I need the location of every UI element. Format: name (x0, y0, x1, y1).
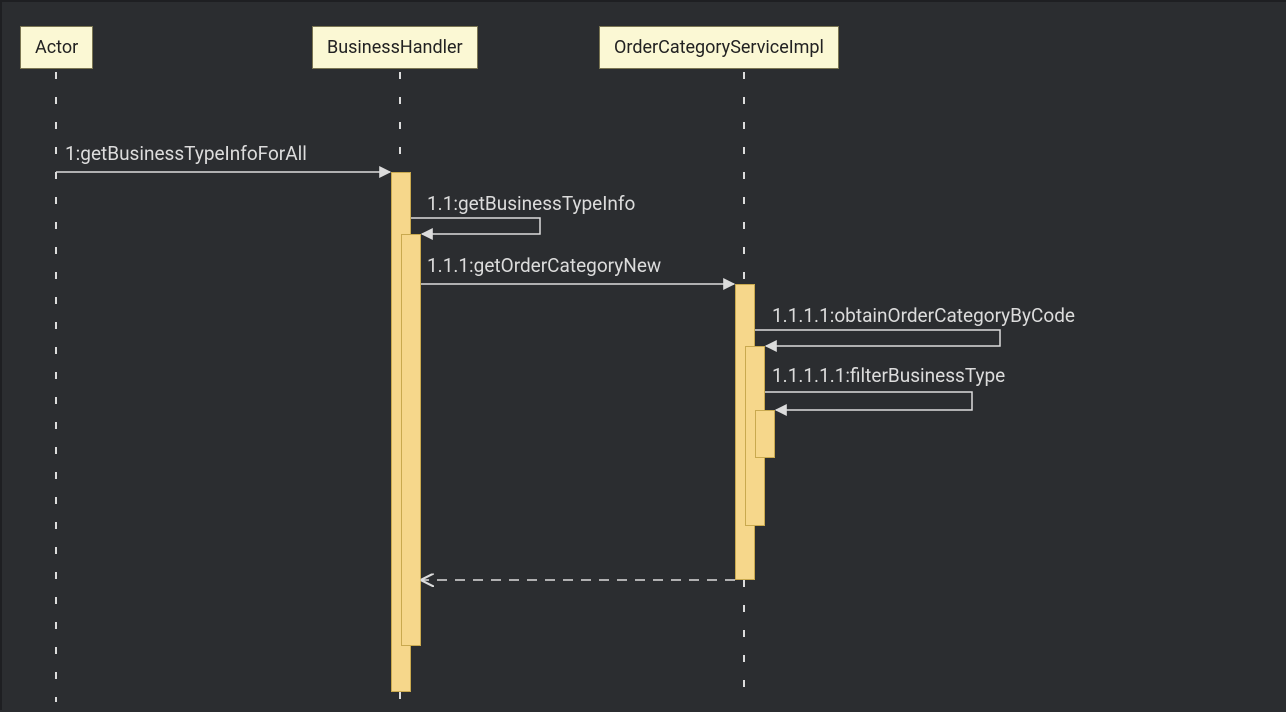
message-1-1-selfcall (411, 218, 540, 234)
activation-business-handler-self (401, 234, 421, 646)
participant-business-handler: BusinessHandler (312, 26, 478, 69)
participant-actor: Actor (20, 26, 93, 69)
message-1-1-1-1-label: 1.1.1.1:obtainOrderCategoryByCode (772, 304, 1075, 327)
diagram-svg-overlay (2, 2, 1286, 712)
message-1-1-1-label: 1.1.1:getOrderCategoryNew (427, 254, 661, 277)
message-1-1-label: 1.1:getBusinessTypeInfo (427, 192, 635, 215)
sequence-diagram-canvas: Actor BusinessHandler OrderCategoryServi… (0, 0, 1286, 710)
activation-ocsi-self-2 (755, 410, 775, 458)
message-1-label: 1:getBusinessTypeInfoForAll (65, 142, 307, 165)
message-1-1-1-1-selfcall (755, 330, 1000, 346)
participant-order-category-service-impl: OrderCategoryServiceImpl (599, 26, 839, 69)
message-1-1-1-1-1-selfcall (765, 392, 972, 410)
message-1-1-1-1-1-label: 1.1.1.1.1:filterBusinessType (772, 364, 1005, 387)
